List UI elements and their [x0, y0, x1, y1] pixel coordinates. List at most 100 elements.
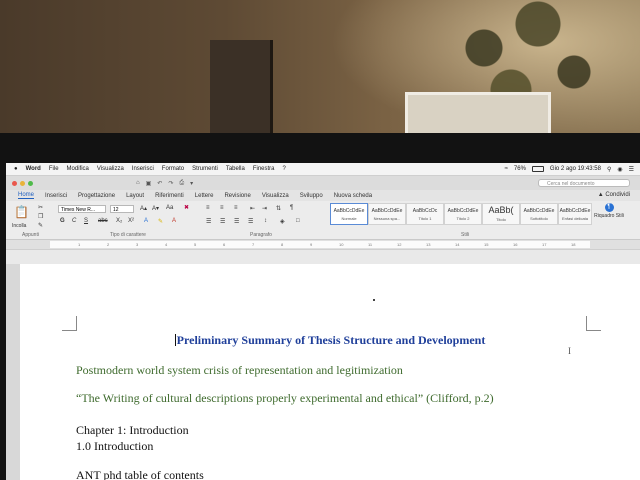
- cut-icon[interactable]: ✂: [38, 204, 43, 211]
- share-button[interactable]: ▲ Condividi: [598, 192, 630, 198]
- ruler-tick: 10: [339, 242, 344, 247]
- paragraph-section[interactable]: 1.0 Introduction: [76, 439, 153, 454]
- subscript-icon[interactable]: X₂: [116, 218, 122, 224]
- ruler-tick: 7: [252, 242, 255, 247]
- align-center-icon[interactable]: ☰: [220, 218, 225, 225]
- group-label-clipboard: Appunti: [22, 232, 39, 238]
- decrease-indent-icon[interactable]: ⇤: [250, 205, 255, 212]
- underline-icon[interactable]: S: [84, 218, 88, 224]
- clock[interactable]: Gio 2 ago 19:43:58: [550, 166, 601, 172]
- menu-app-name[interactable]: Word: [26, 166, 41, 172]
- strikethrough-icon[interactable]: abc: [98, 218, 108, 224]
- sort-icon[interactable]: ⇅: [276, 205, 281, 212]
- save-icon[interactable]: ▣: [146, 180, 152, 187]
- tab-nuova-scheda[interactable]: Nuova scheda: [334, 193, 372, 199]
- battery-percent[interactable]: 76%: [514, 166, 526, 172]
- document-page[interactable]: I Preliminary Summary of Thesis Structur…: [20, 264, 640, 480]
- menu-strumenti[interactable]: Strumenti: [192, 166, 218, 172]
- numbering-icon[interactable]: ≡: [220, 205, 224, 211]
- spotlight-icon[interactable]: ⚲: [607, 166, 611, 173]
- change-case-icon[interactable]: Aa: [166, 205, 173, 211]
- paragraph-quote[interactable]: “The Writing of cultural descriptions pr…: [76, 391, 494, 406]
- style-heading-1[interactable]: AaBbCcDc Titolo 1: [406, 203, 444, 225]
- align-left-icon[interactable]: ☰: [206, 218, 211, 225]
- shrink-font-icon[interactable]: A▾: [152, 205, 159, 212]
- align-right-icon[interactable]: ☰: [234, 218, 239, 225]
- customize-icon[interactable]: ▾: [190, 180, 193, 187]
- justify-icon[interactable]: ☰: [248, 218, 253, 225]
- font-color-icon[interactable]: A: [172, 218, 176, 224]
- superscript-icon[interactable]: X²: [128, 218, 134, 224]
- text-effects-icon[interactable]: A: [144, 218, 148, 224]
- styles-pane-button[interactable]: ¶ Riquadro Stili: [594, 203, 624, 219]
- paragraph-chapter[interactable]: Chapter 1: Introduction: [76, 423, 189, 438]
- home-icon[interactable]: ⌂: [136, 180, 140, 187]
- format-painter-icon[interactable]: ✎: [38, 222, 43, 229]
- menu-finestra[interactable]: Finestra: [253, 166, 275, 172]
- siri-icon[interactable]: ◉: [617, 166, 622, 173]
- style-no-spacing[interactable]: AaBbCcDdEe Nessuna spa...: [368, 203, 406, 225]
- close-window-button[interactable]: [12, 180, 17, 186]
- tab-revisione[interactable]: Revisione: [224, 193, 250, 199]
- font-name-select[interactable]: Times New R...: [58, 205, 106, 213]
- bullets-icon[interactable]: ≡: [206, 205, 210, 211]
- style-title[interactable]: AaBb( Titolo: [482, 203, 520, 225]
- bold-icon[interactable]: G: [60, 218, 65, 224]
- style-subtitle[interactable]: AaBbCcDdEe Sottotitolo: [520, 203, 558, 225]
- line-spacing-icon[interactable]: ↕: [264, 218, 267, 224]
- paste-label[interactable]: Incolla: [12, 223, 26, 229]
- wifi-icon[interactable]: ≈: [505, 166, 508, 172]
- tab-sviluppo[interactable]: Sviluppo: [300, 193, 323, 199]
- margin-corner-top-right: [586, 316, 601, 331]
- grow-font-icon[interactable]: A▴: [140, 205, 147, 212]
- redo-icon[interactable]: ↷: [168, 180, 173, 187]
- menu-file[interactable]: File: [49, 166, 59, 172]
- search-document-input[interactable]: Cerca nel documento: [538, 179, 630, 187]
- tab-riferimenti[interactable]: Riferimenti: [155, 193, 184, 199]
- tab-inserisci[interactable]: Inserisci: [45, 193, 67, 199]
- menu-status-area: ≈ 76% Gio 2 ago 19:43:58 ⚲ ◉ ☰: [505, 166, 640, 173]
- menu-tabella[interactable]: Tabella: [226, 166, 245, 172]
- apple-icon[interactable]: ●: [14, 166, 18, 172]
- group-label-styles: Stili: [461, 232, 470, 238]
- document-title[interactable]: Preliminary Summary of Thesis Structure …: [20, 333, 640, 348]
- menu-formato[interactable]: Formato: [162, 166, 184, 172]
- copy-icon[interactable]: ❐: [38, 213, 43, 220]
- menu-modifica[interactable]: Modifica: [67, 166, 89, 172]
- highlight-icon[interactable]: ✎: [158, 218, 163, 225]
- styles-pane-label: Riquadro Stili: [594, 213, 624, 219]
- style-preview: AaBbCcDdEe: [333, 208, 365, 214]
- tab-progettazione[interactable]: Progettazione: [78, 193, 115, 199]
- style-heading-2[interactable]: AaBbCcDdEe Titolo 2: [444, 203, 482, 225]
- shading-icon[interactable]: ◈: [280, 218, 285, 225]
- multilevel-list-icon[interactable]: ≡: [234, 205, 238, 211]
- style-normal[interactable]: AaBbCcDdEe Normale: [330, 203, 368, 225]
- style-subtle-emphasis[interactable]: AaBbCcDdEe Enfasi delicata: [558, 203, 592, 225]
- minimize-window-button[interactable]: [20, 180, 25, 186]
- tab-lettere[interactable]: Lettere: [195, 193, 214, 199]
- zoom-window-button[interactable]: [28, 180, 33, 186]
- borders-icon[interactable]: □: [296, 218, 300, 224]
- horizontal-ruler[interactable]: 1 2 3 4 5 6 7 8 9 10 11 12 13 14 15 16 1…: [6, 240, 640, 250]
- paragraph-line-1[interactable]: Postmodern world system crisis of repres…: [76, 363, 403, 378]
- tab-visualizza[interactable]: Visualizza: [262, 193, 289, 199]
- paste-icon[interactable]: 📋: [14, 205, 29, 219]
- tab-layout[interactable]: Layout: [126, 193, 144, 199]
- ruler-tick: 14: [455, 242, 460, 247]
- menu-help[interactable]: ?: [283, 166, 286, 172]
- battery-icon[interactable]: [531, 166, 544, 172]
- menu-inserisci[interactable]: Inserisci: [132, 166, 154, 172]
- menu-visualizza[interactable]: Visualizza: [97, 166, 124, 172]
- notification-icon[interactable]: ☰: [629, 166, 634, 173]
- undo-icon[interactable]: ↶: [157, 180, 162, 187]
- ruler-tick: 1: [78, 242, 81, 247]
- font-size-select[interactable]: 12: [110, 205, 134, 213]
- clear-formatting-icon[interactable]: ✖: [184, 204, 189, 211]
- italic-icon[interactable]: C: [72, 218, 76, 224]
- tab-home[interactable]: Home: [18, 192, 35, 199]
- increase-indent-icon[interactable]: ⇥: [262, 205, 267, 212]
- ruler-tick: 4: [165, 242, 168, 247]
- paragraph-toc[interactable]: ANT phd table of contents: [76, 468, 204, 480]
- print-icon[interactable]: ⎙: [179, 180, 184, 187]
- pilcrow-icon[interactable]: ¶: [290, 205, 293, 211]
